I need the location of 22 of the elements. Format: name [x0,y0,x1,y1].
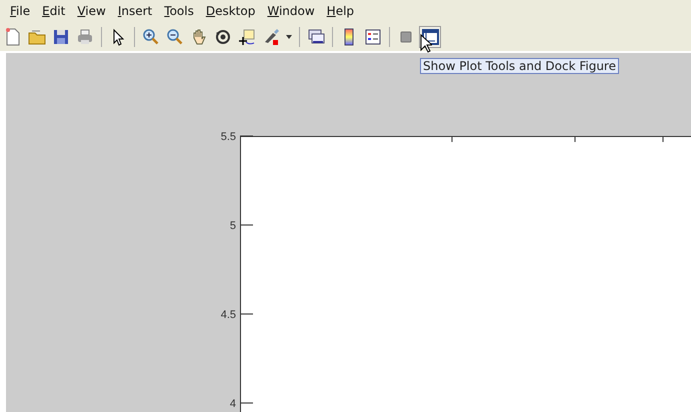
tick-label: 4 [230,398,236,410]
menu-item[interactable]: Desktop [200,4,262,18]
menu-item[interactable]: Window [261,4,321,18]
tick-label: 4.5 [220,309,236,321]
caret-icon [286,34,292,38]
menu-item[interactable]: View [71,4,112,18]
menu-item[interactable]: Tools [158,4,200,18]
linked-windows-icon [306,26,326,46]
zoom-in-icon [141,26,161,46]
tick-mark [240,224,254,226]
tick-label: 5.5 [220,131,236,143]
menu-item[interactable]: Insert [112,4,158,18]
zoom-out-icon [165,26,185,46]
data-cursor-icon [237,26,257,46]
menu-item[interactable]: Help [320,4,360,18]
tick-label: 5 [230,220,236,232]
legend-icon [363,26,383,46]
tick-mark [240,402,254,404]
menu-item[interactable]: Edit [36,4,72,18]
tooltip: Show Plot Tools and Dock Figure [420,58,619,74]
menu-item[interactable]: File [4,4,36,18]
printer-icon [75,26,95,46]
